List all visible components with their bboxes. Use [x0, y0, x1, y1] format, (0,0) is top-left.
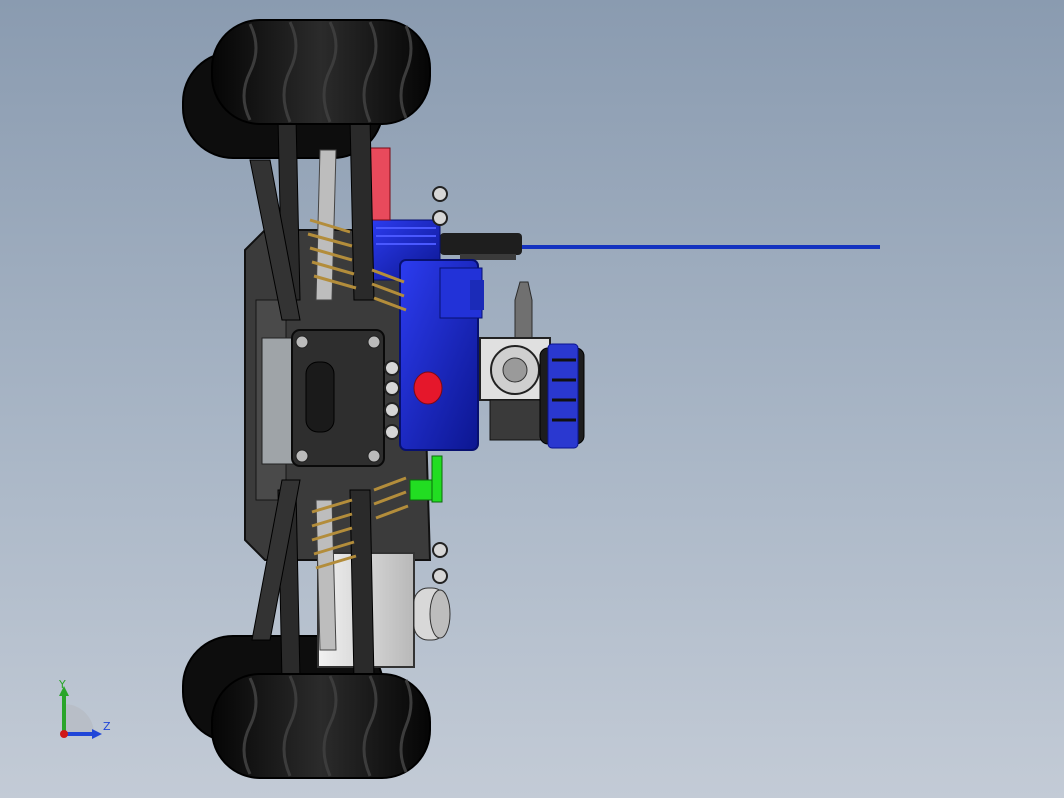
fuel-tank: [317, 552, 451, 668]
triad-plane-icon: [64, 704, 94, 734]
air-filter: [539, 343, 585, 449]
center-bumper-plate: [291, 329, 385, 467]
triad-origin: [60, 730, 68, 738]
triad-z-label: Z: [103, 720, 111, 733]
antenna: [430, 233, 880, 260]
triad-y-label: Y: [59, 678, 66, 691]
rc-car-3d-model[interactable]: [0, 0, 1064, 798]
tire-front-left: [211, 19, 431, 125]
tire-front-right: [211, 673, 431, 779]
red-receiver-box: [369, 147, 391, 221]
red-fuel-cap: [413, 371, 443, 405]
cad-graphics-viewport[interactable]: Y Z: [0, 0, 1064, 798]
triad-z-arrow-icon: [92, 729, 102, 739]
